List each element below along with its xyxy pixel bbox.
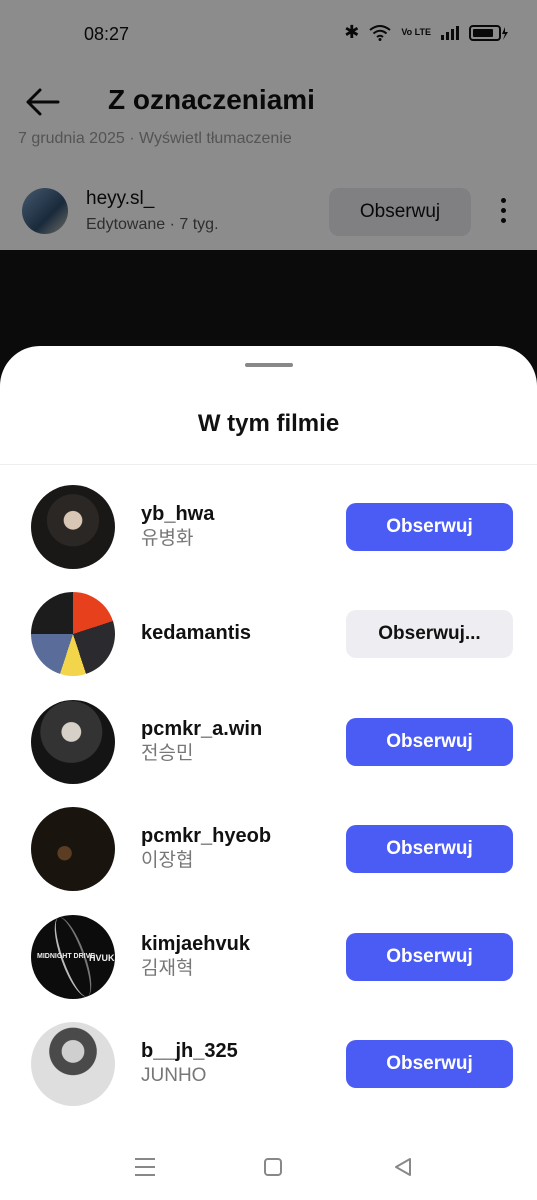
avatar[interactable] (31, 485, 115, 569)
user-realname: 전승민 (141, 743, 194, 764)
user-realname: 김재혁 (141, 958, 194, 979)
back-icon[interactable] (392, 1156, 414, 1178)
tagged-people-sheet: W tym filmie yb_hwa 유병화 Obserwuj kedaman… (0, 346, 537, 1200)
user-handle: kimjaehvuk (141, 933, 250, 955)
list-item[interactable]: pcmkr_a.win 전승민 Obserwuj (0, 691, 537, 791)
user-handle: b__jh_325 (141, 1040, 238, 1062)
sheet-divider (0, 464, 537, 465)
avatar[interactable] (31, 592, 115, 676)
user-handle: yb_hwa (141, 503, 215, 525)
user-realname: 이장협 (141, 850, 194, 871)
sheet-title: W tym filmie (197, 410, 340, 437)
follow-button[interactable]: Obserwuj (346, 825, 513, 873)
user-handle: pcmkr_a.win (141, 718, 263, 740)
recent-apps-icon[interactable] (135, 1158, 155, 1176)
follow-button[interactable]: Obserwuj (346, 718, 513, 766)
avatar-text-right: HVUK (89, 953, 115, 963)
follow-button[interactable]: Obserwuj (346, 1040, 513, 1088)
list-item[interactable]: pcmkr_hyeob 이장협 Obserwuj (0, 798, 537, 898)
home-icon[interactable] (264, 1158, 282, 1176)
list-item[interactable]: MIDNIGHT DRIVE HVUK kimjaehvuk 김재혁 Obser… (0, 906, 537, 1006)
list-item[interactable]: kedamantis Obserwuj... (0, 583, 537, 683)
follow-button[interactable]: Obserwuj (346, 933, 513, 981)
follow-button[interactable]: Obserwuj... (346, 610, 513, 658)
drag-handle[interactable] (245, 363, 293, 367)
list-item[interactable]: yb_hwa 유병화 Obserwuj (0, 476, 537, 576)
user-realname: JUNHO (141, 1065, 207, 1086)
user-handle: pcmkr_hyeob (141, 825, 272, 847)
avatar[interactable]: MIDNIGHT DRIVE HVUK (31, 915, 115, 999)
system-nav-bar (0, 1136, 537, 1200)
avatar-text-left: MIDNIGHT DRIVE (37, 953, 95, 960)
avatar[interactable] (31, 1022, 115, 1106)
user-realname: 유병화 (141, 528, 194, 549)
list-item[interactable]: b__jh_325 JUNHO Obserwuj (0, 1013, 537, 1113)
user-handle: kedamantis (141, 622, 252, 644)
follow-button[interactable]: Obserwuj (346, 503, 513, 551)
avatar[interactable] (31, 807, 115, 891)
avatar[interactable] (31, 700, 115, 784)
